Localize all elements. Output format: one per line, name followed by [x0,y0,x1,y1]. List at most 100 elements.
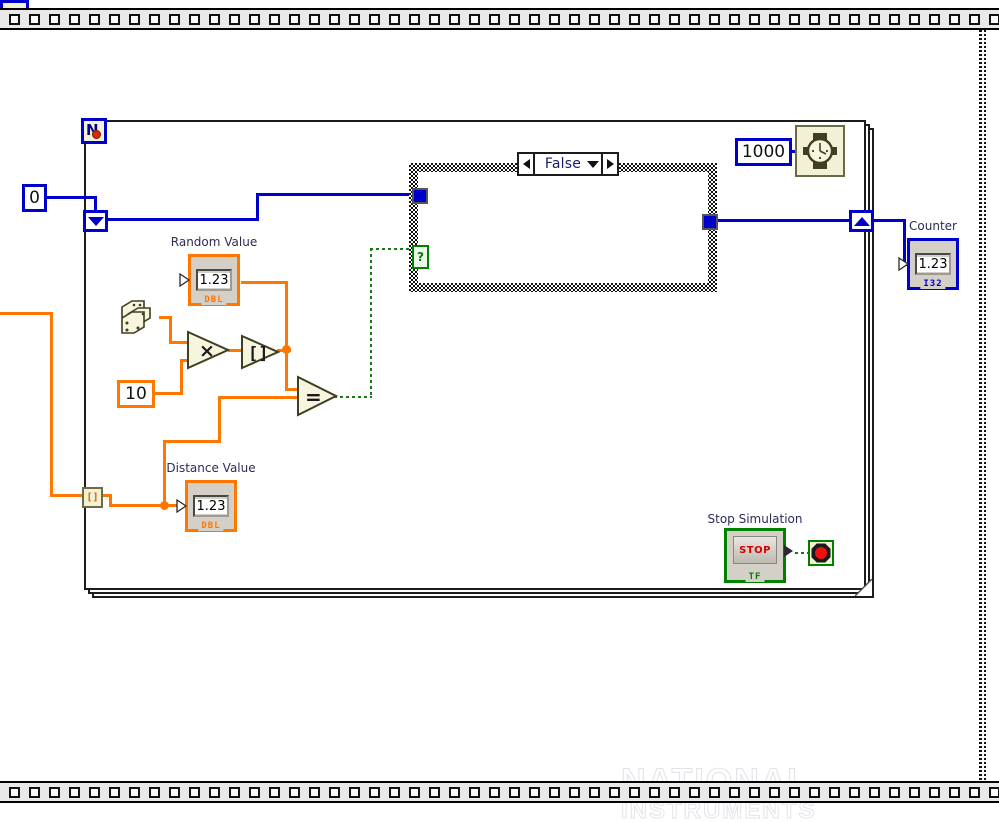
case-input-tunnel[interactable] [412,188,428,204]
wire-tunnel-to-distance [109,504,184,507]
stop-simulation-type: TF [745,572,765,582]
distance-value-label: Distance Value [166,461,256,475]
filmstrip-perforation [49,786,60,798]
wire-external-to-tunnel [50,494,86,497]
counter-type: I32 [920,279,946,289]
random-value-type: DBL [201,295,227,305]
filmstrip-perforation [129,786,140,798]
case-prev-icon[interactable] [519,154,535,174]
filmstrip-perforation [109,786,120,798]
filmstrip-perforation [709,13,720,25]
filmstrip-perforation [329,786,340,798]
filmstrip-perforation [769,786,780,798]
filmstrip-perforation [729,786,740,798]
filmstrip-perforation [429,786,440,798]
chevron-down-icon[interactable] [585,160,601,168]
shift-register-right[interactable] [849,210,874,232]
filmstrip-perforation [669,786,680,798]
wire-sr-riser [256,193,259,221]
wire-distance-branch-riser2 [218,396,221,442]
distance-value-indicator[interactable]: Distance Value 1.23 DBL [166,461,256,532]
filmstrip-perforation [9,786,20,798]
wire-sr-out-main [106,218,258,221]
random-value-text: 1.23 [197,272,231,288]
filmstrip-perforation [169,13,180,25]
filmstrip-perforation [849,13,860,25]
svg-text:=: = [305,385,322,409]
equal-function[interactable]: = [296,375,339,421]
filmstrip-perforation [609,13,620,25]
filmstrip-perforation [29,786,40,798]
distance-value-text: 1.23 [194,498,228,514]
filmstrip-perforation [789,13,800,25]
filmstrip-perforation [409,13,420,25]
filmstrip-perforation [809,786,820,798]
loop-stop-terminal[interactable] [808,540,834,566]
case-next-icon[interactable] [601,154,617,174]
multiply-function[interactable]: × [186,330,231,374]
constant-zero[interactable]: 0 [22,184,47,212]
filmstrip-perforation [49,13,60,25]
filmstrip-perforation [709,786,720,798]
filmstrip-perforation [249,13,260,25]
case-selected-label: False [544,156,582,172]
counter-value-text: 1.23 [916,256,950,272]
filmstrip-perforation [949,13,960,25]
stop-simulation-control[interactable]: Stop Simulation STOP TF [707,512,803,583]
filmstrip-perforation [449,786,460,798]
loop-count-terminal[interactable]: N [81,118,107,144]
case-output-tunnel[interactable] [702,214,718,230]
filmstrip-perforation [309,786,320,798]
svg-text:×: × [199,340,215,362]
triangle-up-icon [853,216,870,226]
wait-ms-function[interactable] [795,125,845,177]
filmstrip-perforation [889,13,900,25]
filmstrip-perforation [9,13,20,25]
wire-ten-riser [180,359,183,395]
constant-ten[interactable]: 10 [117,380,155,408]
filmstrip-perforation [649,13,660,25]
filmstrip-perforation [829,786,840,798]
filmstrip-perforation [529,13,540,25]
filmstrip-perforation [549,786,560,798]
stop-simulation-label: Stop Simulation [707,512,803,526]
case-selector-header[interactable]: False [517,152,619,176]
filmstrip-perforation [229,786,240,798]
filmstrip-perforation [629,13,640,25]
filmstrip-perforation [389,13,400,25]
stop-button[interactable]: STOP [733,536,777,564]
filmstrip-perforation [909,786,920,798]
case-selector-terminal[interactable]: ? [412,245,429,269]
case-structure[interactable]: False [409,152,717,292]
wire-external-drop [50,312,53,497]
loop-resize-handle[interactable] [855,579,872,596]
filmstrip-perforation [289,786,300,798]
filmstrip-perforation [109,13,120,25]
random-number-function[interactable] [118,297,162,337]
filmstrip-perforation [449,13,460,25]
filmstrip-perforation [969,786,980,798]
constant-wait-ms[interactable]: 1000 [735,138,792,166]
filmstrip-perforation [869,13,880,25]
filmstrip-perforation [829,13,840,25]
filmstrip-perforation [789,786,800,798]
block-diagram-canvas: NATIONAL INSTRUMENTS [0,0,999,822]
wire-external-in [0,312,53,315]
wire-junction-distance [160,501,169,510]
wire-ten-out [155,392,183,395]
diagram-outer-frame [975,30,989,780]
count-terminal-dot [92,130,101,139]
random-value-indicator[interactable]: Random Value 1.23 DBL [171,235,257,306]
round-to-nearest-function[interactable]: [] [240,334,281,374]
filmstrip-perforation [269,786,280,798]
wire-boolean-riser [370,248,372,398]
counter-indicator[interactable]: Counter 1.23 I32 [898,219,959,290]
shift-register-left[interactable] [83,210,108,232]
filmstrip-perforation [889,786,900,798]
loop-index-tunnel[interactable]: [] [82,487,103,508]
filmstrip-perforation [929,13,940,25]
filmstrip-perforation [469,13,480,25]
indicator-input-arrow [179,273,190,287]
filmstrip-perforation [509,786,520,798]
filmstrip-perforation [489,13,500,25]
